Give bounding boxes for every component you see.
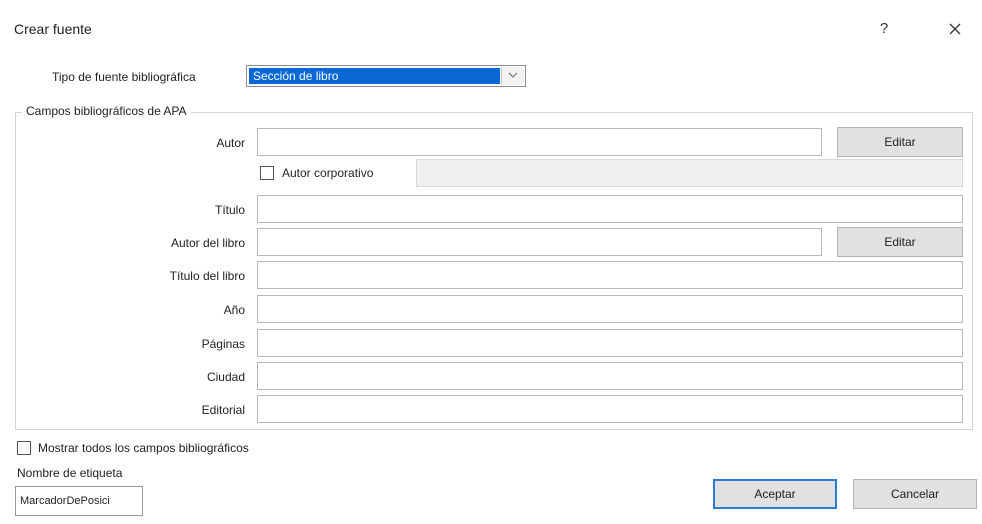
chevron-down-icon <box>508 72 518 78</box>
autor-input[interactable] <box>257 128 822 156</box>
corporate-author-input <box>416 159 963 187</box>
paginas-label: Páginas <box>201 337 245 351</box>
show-all-fields-checkbox[interactable] <box>17 441 31 455</box>
corporate-author-label: Autor corporativo <box>282 166 374 180</box>
anio-input[interactable] <box>257 295 963 323</box>
ciudad-input[interactable] <box>257 362 963 390</box>
paginas-input[interactable] <box>257 329 963 357</box>
titulo-label: Título <box>214 203 245 217</box>
editorial-label: Editorial <box>201 403 245 417</box>
autor-label: Autor <box>216 136 245 150</box>
tag-name-input[interactable]: MarcadorDePosici <box>15 486 143 516</box>
titulo-input[interactable] <box>257 195 963 223</box>
accept-button[interactable]: Aceptar <box>713 479 837 509</box>
editorial-input[interactable] <box>257 395 963 423</box>
tag-name-label: Nombre de etiqueta <box>17 466 123 480</box>
autor-libro-label: Autor del libro <box>170 236 245 250</box>
dialog-title: Crear fuente <box>14 21 92 37</box>
titulo-libro-label: Título del libro <box>169 269 245 283</box>
autor-libro-input[interactable] <box>257 228 822 256</box>
corporate-author-checkbox[interactable] <box>260 166 274 180</box>
anio-label: Año <box>223 303 245 317</box>
source-type-label: Tipo de fuente bibliográfica <box>52 70 196 84</box>
autor-libro-edit-button[interactable]: Editar <box>837 227 963 257</box>
cancel-button[interactable]: Cancelar <box>853 479 977 509</box>
close-button[interactable] <box>944 18 966 40</box>
autor-edit-button[interactable]: Editar <box>837 127 963 157</box>
show-all-fields-label: Mostrar todos los campos bibliográficos <box>38 441 249 455</box>
ciudad-label: Ciudad <box>206 370 245 384</box>
titulo-libro-input[interactable] <box>257 261 963 289</box>
close-icon <box>949 23 961 35</box>
source-type-selected-value: Sección de libro <box>249 68 500 84</box>
source-type-select[interactable]: Sección de libro <box>246 65 526 87</box>
help-button[interactable]: ? <box>877 20 891 37</box>
group-legend: Campos bibliográficos de APA <box>22 104 191 118</box>
dropdown-arrow[interactable] <box>501 67 524 85</box>
